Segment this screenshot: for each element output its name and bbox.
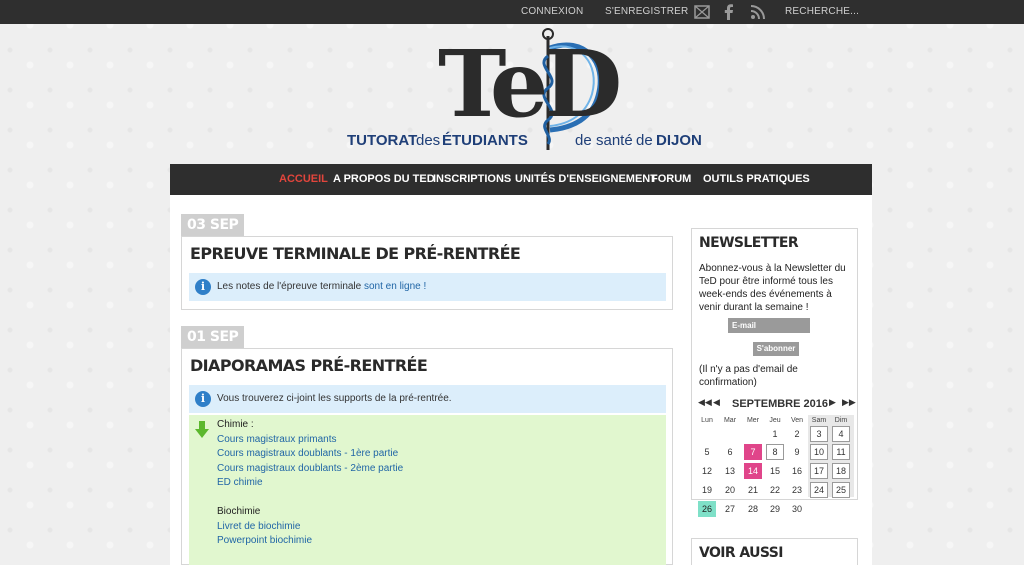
calendar-day[interactable]: 19	[698, 482, 716, 498]
calendar-day[interactable]: 6	[721, 444, 739, 460]
download-link[interactable]: ED chimie	[217, 477, 263, 488]
info-text: Vous trouverez ci-joint les supports de …	[217, 393, 452, 404]
calendar-day[interactable]: 16	[788, 463, 806, 479]
calendar-day-of-week: Ven	[790, 417, 804, 424]
calendar-day-of-week: Mar	[723, 417, 737, 424]
post-title[interactable]: EPREUVE TERMINALE DE PRÉ-RENTRÉE	[190, 244, 521, 263]
download-link[interactable]: Cours magistraux doublants - 2ème partie	[217, 463, 403, 474]
calendar-day[interactable]: 22	[766, 482, 784, 498]
calendar-day[interactable]: 25	[832, 482, 850, 498]
calendar-day-of-week: Jeu	[769, 417, 781, 424]
post-title[interactable]: DIAPORAMAS PRÉ-RENTRÉE	[190, 356, 428, 375]
calendar-day-of-week: Lun	[701, 417, 713, 424]
calendar-day[interactable]: 28	[744, 501, 762, 517]
newsletter-text: TeD pour être informé tous les	[699, 276, 833, 287]
see-also-widget: VOIR AUSSI	[691, 538, 858, 565]
calendar-day[interactable]: 13	[721, 463, 739, 479]
download-link[interactable]: Livret de biochimie	[217, 521, 300, 532]
newsletter-text: venir durant la semaine !	[699, 302, 809, 313]
logo-tag-6: de	[636, 132, 653, 149]
calendar-day[interactable]: 8	[766, 444, 784, 460]
download-link[interactable]: Cours magistraux doublants - 1ère partie	[217, 448, 398, 459]
logo-tag-3: ÉTUDIANTS	[442, 132, 528, 149]
calendar-day[interactable]: 11	[832, 444, 850, 460]
calendar-day[interactable]: 15	[766, 463, 784, 479]
calendar-day[interactable]: 9	[788, 444, 806, 460]
calendar-day[interactable]: 12	[698, 463, 716, 479]
site-logo[interactable]: TeD TUTORAT des ÉTUDIANTS de santé de DI…	[340, 26, 702, 156]
newsletter-text: week-ends des événements à	[699, 289, 832, 300]
newsletter-title: NEWSLETTER	[699, 235, 799, 251]
calendar-day[interactable]: 2	[788, 426, 806, 442]
newsletter-note: (Il n'y a pas d'email de	[699, 364, 798, 375]
results-link[interactable]: sont en ligne !	[364, 281, 426, 292]
calendar-next-year-button[interactable]: ▶▶	[842, 397, 856, 408]
calendar-day-of-week: Sam	[811, 417, 827, 424]
facebook-icon[interactable]	[720, 3, 738, 21]
nav-item-forum[interactable]: FORUM	[651, 164, 691, 195]
download-link[interactable]: Cours magistraux primants	[217, 434, 336, 445]
calendar-day[interactable]: 7	[744, 444, 762, 460]
nav-item-home[interactable]: ACCUEIL	[279, 164, 328, 195]
download-link[interactable]: Powerpoint biochimie	[217, 535, 312, 546]
main-nav: ACCUEIL A PROPOS DU TED INSCRIPTIONS UNI…	[170, 164, 872, 195]
info-box: i Vous trouverez ci-joint les supports d…	[189, 385, 666, 413]
section-heading: Chimie :	[217, 419, 254, 430]
downloads-box: Chimie : Cours magistraux primants Cours…	[189, 415, 666, 565]
email-icon[interactable]	[693, 3, 711, 21]
calendar-prev-year-button[interactable]: ◀◀	[698, 397, 712, 408]
calendar-month: SEPTEMBRE 2016	[732, 398, 828, 410]
search-link[interactable]: RECHERCHE...	[785, 0, 859, 24]
logo-tag-7: DIJON	[656, 132, 702, 149]
info-box: i Les notes de l'épreuve terminale sont …	[189, 273, 666, 301]
login-link[interactable]: CONNEXION	[521, 0, 583, 24]
see-also-title: VOIR AUSSI	[699, 545, 783, 561]
calendar-day[interactable]: 10	[810, 444, 828, 460]
calendar-day[interactable]: 18	[832, 463, 850, 479]
nav-item-registrations[interactable]: INSCRIPTIONS	[433, 164, 511, 195]
post-card: EPREUVE TERMINALE DE PRÉ-RENTRÉE i Les n…	[181, 236, 673, 310]
calendar-day[interactable]: 14	[744, 463, 762, 479]
rss-icon[interactable]	[749, 3, 767, 21]
calendar-day[interactable]: 29	[766, 501, 784, 517]
nav-item-tools[interactable]: OUTILS PRATIQUES	[703, 164, 810, 195]
logo-tag-1: TUTORAT	[347, 132, 418, 149]
calendar-day[interactable]: 26	[698, 501, 716, 517]
calendar-day[interactable]: 30	[788, 501, 806, 517]
calendar-prev-button[interactable]: ◀	[713, 397, 720, 408]
logo-mark: TeD	[438, 30, 622, 138]
logo-tag-5: santé	[596, 132, 633, 149]
subscribe-button[interactable]: S'abonner	[753, 342, 799, 356]
calendar-day[interactable]: 24	[810, 482, 828, 498]
section-heading: Biochimie	[217, 506, 261, 517]
newsletter-note: confirmation)	[699, 377, 757, 388]
calendar-day[interactable]: 23	[788, 482, 806, 498]
newsletter-email-input[interactable]	[728, 318, 810, 333]
calendar-day[interactable]: 4	[832, 426, 850, 442]
top-bar: CONNEXION S'ENREGISTRER RECHERCHE...	[0, 0, 1024, 24]
info-text: Les notes de l'épreuve terminale sont en…	[217, 281, 427, 292]
calendar-day[interactable]: 20	[721, 482, 739, 498]
calendar-day[interactable]: 1	[766, 426, 784, 442]
nav-item-about[interactable]: A PROPOS DU TED	[333, 164, 435, 195]
post-date: 01 SEP	[181, 326, 245, 348]
register-link[interactable]: S'ENREGISTRER	[605, 0, 688, 24]
calendar-day-of-week: Dim	[834, 417, 848, 424]
calendar-day[interactable]: 5	[698, 444, 716, 460]
newsletter-text: Abonnez-vous à la Newsletter du	[699, 263, 846, 274]
calendar-day[interactable]: 21	[744, 482, 762, 498]
post-date: 03 SEP	[181, 214, 245, 236]
calendar-day[interactable]: 3	[810, 426, 828, 442]
nav-item-teaching-units[interactable]: UNITÉS D'ENSEIGNEMENT	[515, 164, 657, 195]
calendar-next-button[interactable]: ▶	[829, 397, 836, 408]
post-card: DIAPORAMAS PRÉ-RENTRÉE i Vous trouverez …	[181, 348, 673, 565]
calendar-day[interactable]: 17	[810, 463, 828, 479]
info-icon: i	[195, 279, 211, 295]
download-arrow-icon	[195, 421, 209, 438]
logo-tag-4: de	[575, 132, 592, 149]
logo-tag-2: des	[416, 132, 441, 149]
info-icon: i	[195, 391, 211, 407]
calendar-day[interactable]: 27	[721, 501, 739, 517]
calendar-day-of-week: Mer	[746, 417, 760, 424]
